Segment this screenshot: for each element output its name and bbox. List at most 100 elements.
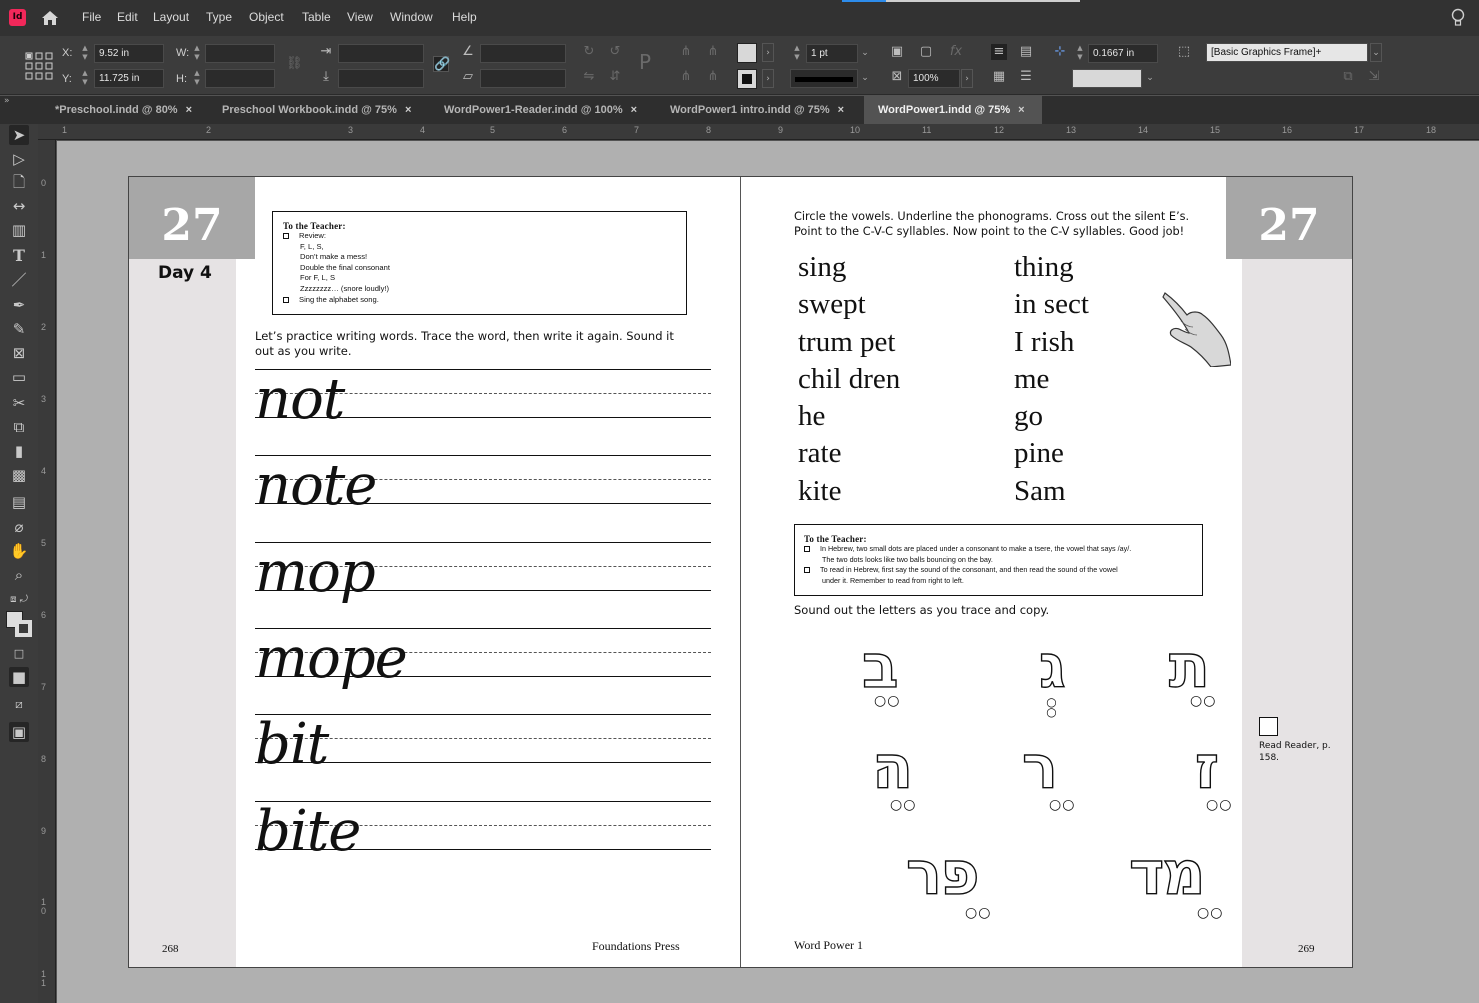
select-previous-icon[interactable]: ⋔: [705, 69, 721, 85]
opacity-field[interactable]: 100%: [908, 69, 960, 88]
teacher-note-box[interactable]: To the Teacher: In Hebrew, two small dot…: [794, 524, 1203, 596]
close-icon[interactable]: ×: [1018, 104, 1024, 116]
gap-tool-icon[interactable]: ↔: [9, 196, 29, 216]
object-style-icon[interactable]: ⬚: [1176, 44, 1192, 60]
menu-type[interactable]: Type: [206, 10, 232, 24]
shear-angle-field[interactable]: [480, 69, 566, 88]
stroke-weight-spinner[interactable]: ▲ ▼: [792, 44, 802, 63]
auto-fit-icon[interactable]: ⊹: [1052, 44, 1068, 60]
menu-table[interactable]: Table: [302, 10, 331, 24]
text-wrap-jump-icon[interactable]: ☰: [1018, 69, 1034, 85]
select-next-icon[interactable]: ⋔: [705, 44, 721, 60]
h-field[interactable]: [205, 69, 275, 88]
tab-preschool[interactable]: *Preschool.indd @ 80% ×: [42, 96, 208, 124]
drop-shadow-icon[interactable]: ▣: [889, 44, 905, 60]
home-icon[interactable]: [40, 8, 60, 28]
offset-spinner[interactable]: ▲ ▼: [1075, 44, 1085, 63]
stroke-type-dropdown[interactable]: ⌄: [859, 69, 871, 88]
menu-layout[interactable]: Layout: [153, 10, 189, 24]
w-field[interactable]: [205, 44, 275, 63]
collapse-panels-icon[interactable]: »: [4, 96, 10, 106]
text-wrap-shape-icon[interactable]: ▦: [991, 69, 1007, 85]
h-spinner[interactable]: ▲ ▼: [192, 69, 202, 88]
indesign-app-icon[interactable]: Id: [9, 9, 26, 26]
stroke-type-field[interactable]: [790, 69, 858, 88]
shear-angle-icon[interactable]: ▱: [460, 69, 476, 85]
menu-object[interactable]: Object: [249, 10, 284, 24]
rectangle-tool-icon[interactable]: ▭: [9, 367, 29, 387]
apply-color-icon[interactable]: ■: [9, 667, 29, 687]
menu-file[interactable]: File: [82, 10, 101, 24]
direct-selection-tool-icon[interactable]: ▷: [9, 149, 29, 169]
pen-tool-icon[interactable]: ✒: [9, 295, 29, 315]
content-collector-icon[interactable]: ▥: [9, 220, 29, 240]
gradient-swatch-tool-icon[interactable]: ▮: [9, 441, 29, 461]
select-container-icon[interactable]: ⋔: [678, 44, 694, 60]
select-content-icon[interactable]: ⋔: [678, 69, 694, 85]
fill-swatch[interactable]: [737, 43, 757, 63]
teacher-note-box[interactable]: To the Teacher: Review: F, L, S, Don’t m…: [272, 211, 687, 315]
object-style-dropdown[interactable]: ⌄: [1370, 43, 1382, 62]
p-flip-icon[interactable]: P: [637, 52, 653, 72]
w-spinner[interactable]: ▲ ▼: [192, 44, 202, 63]
tab-wordpower1[interactable]: WordPower1.indd @ 75% ×: [864, 96, 1042, 124]
stroke-weight-dropdown[interactable]: ⌄: [859, 44, 871, 63]
line-tool-icon[interactable]: ／: [9, 270, 29, 290]
type-tool-icon[interactable]: T: [9, 246, 29, 266]
y-spinner[interactable]: ▲ ▼: [80, 69, 90, 88]
document-spread[interactable]: 27 Day 4 To the Teacher: Review: F, L, S…: [128, 176, 1353, 968]
offset-field[interactable]: 0.1667 in: [1088, 44, 1158, 63]
fill-stroke-proxy[interactable]: [6, 611, 33, 638]
rectangle-frame-tool-icon[interactable]: ⊠: [9, 343, 29, 363]
lightbulb-icon[interactable]: [1451, 8, 1465, 28]
clear-overrides-icon[interactable]: ⧉: [1340, 69, 1356, 85]
rotation-angle-field[interactable]: [480, 44, 566, 63]
stroke-weight-field[interactable]: 1 pt: [806, 44, 858, 63]
effects-icon[interactable]: fx: [948, 44, 964, 60]
panel-menu-icon[interactable]: ⇲: [1366, 69, 1382, 85]
vertical-ruler[interactable]: 0 1 2 3 4 5 6 7 8 9 1 0 1 1: [38, 140, 56, 1003]
eyedropper-tool-icon[interactable]: ⌀: [9, 517, 29, 537]
close-icon[interactable]: ×: [186, 104, 192, 116]
menu-edit[interactable]: Edit: [117, 10, 138, 24]
note-tool-icon[interactable]: ▤: [9, 492, 29, 512]
page-tool-icon[interactable]: 🗋: [9, 172, 29, 192]
frame-fitting-dropdown[interactable]: ⌄: [1144, 69, 1156, 88]
horizontal-ruler[interactable]: 1 2 3 4 5 6 7 8 9 10 11 12 13 14 15 16 1…: [38, 124, 1479, 140]
zoom-tool-icon[interactable]: ⌕: [9, 565, 29, 585]
text-wrap-none-icon[interactable]: ≡: [991, 44, 1007, 60]
opacity-dropdown[interactable]: ›: [961, 69, 973, 88]
rotation-angle-icon[interactable]: ∠: [460, 44, 476, 60]
scale-y-field[interactable]: [338, 69, 424, 88]
tab-preschool-workbook[interactable]: Preschool Workbook.indd @ 75% ×: [208, 96, 430, 124]
stroke-swatch[interactable]: [737, 69, 757, 89]
opacity-icon[interactable]: ⊠: [889, 69, 905, 85]
close-icon[interactable]: ×: [405, 104, 411, 116]
apply-none-icon[interactable]: ⧄: [9, 694, 29, 714]
pointing-hand-illustration[interactable]: [1159, 289, 1231, 367]
flip-vertical-icon[interactable]: ⇵: [607, 69, 623, 85]
gradient-feather-tool-icon[interactable]: ▩: [9, 465, 29, 485]
text-wrap-box-icon[interactable]: ▤: [1018, 44, 1034, 60]
frame-shadow-icon[interactable]: ▢: [918, 44, 934, 60]
selection-tool-icon[interactable]: ➤: [9, 125, 29, 145]
fill-dropdown[interactable]: ›: [762, 43, 774, 62]
hand-tool-icon[interactable]: ✋: [9, 541, 29, 561]
reference-point-icon[interactable]: [25, 52, 53, 80]
menu-view[interactable]: View: [347, 10, 373, 24]
flip-horizontal-icon[interactable]: ⇋: [581, 69, 597, 85]
screen-mode-icon[interactable]: ▣: [9, 722, 29, 742]
x-spinner[interactable]: ▲ ▼: [80, 44, 90, 63]
close-icon[interactable]: ×: [838, 104, 844, 116]
scale-x-icon[interactable]: ⇥: [318, 44, 334, 60]
default-fill-stroke-icon[interactable]: ⧈ ⤾: [9, 590, 29, 610]
scissors-tool-icon[interactable]: ✂: [9, 393, 29, 413]
scale-x-field[interactable]: [338, 44, 424, 63]
menu-window[interactable]: Window: [390, 10, 433, 24]
rotate-ccw-icon[interactable]: ↺: [607, 44, 623, 60]
link-scale-icon[interactable]: 🔗: [433, 56, 450, 72]
pencil-tool-icon[interactable]: ✎: [9, 319, 29, 339]
constrain-proportions-icon[interactable]: ⛓: [286, 56, 303, 72]
tab-wordpower1-reader[interactable]: WordPower1-Reader.indd @ 100% ×: [430, 96, 656, 124]
rotate-cw-icon[interactable]: ↻: [581, 44, 597, 60]
